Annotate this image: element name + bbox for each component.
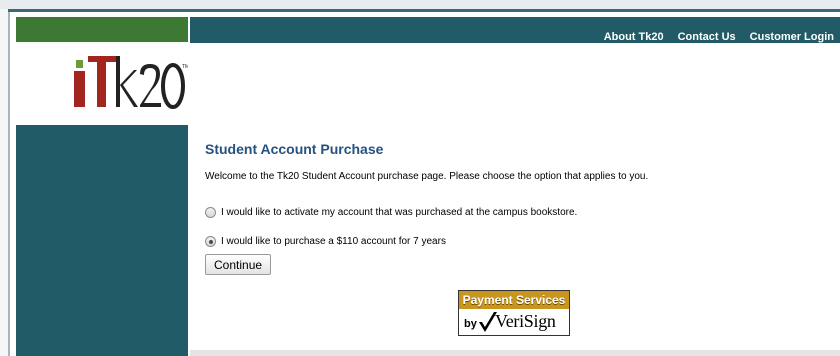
- option-purchase-account[interactable]: I would like to purchase a $110 account …: [205, 236, 446, 247]
- logo-k-stem: [116, 56, 120, 107]
- nav-about-link[interactable]: About Tk20: [604, 30, 664, 44]
- top-nav: About Tk20 Contact Us Customer Login: [590, 30, 834, 44]
- logo-digit-2: [140, 64, 161, 107]
- nav-customer-login-link[interactable]: Customer Login: [750, 30, 834, 44]
- logo-i-stem: [74, 71, 85, 107]
- radio-activate-account[interactable]: [205, 207, 216, 218]
- option-activate-label: I would like to activate my account that…: [221, 207, 578, 218]
- badge-by: by: [464, 318, 477, 330]
- logo-digit-0: [161, 63, 185, 109]
- option-activate-account[interactable]: I would like to activate my account that…: [205, 207, 577, 218]
- page-title: Student Account Purchase: [205, 141, 384, 157]
- nav-contact-link[interactable]: Contact Us: [678, 30, 736, 44]
- badge-title: Payment Services: [459, 291, 569, 309]
- radio-purchase-account[interactable]: [205, 236, 216, 247]
- verisign-badge[interactable]: Payment Services by VeriSign: [458, 290, 570, 336]
- header-green-bar: [16, 17, 188, 42]
- welcome-text: Welcome to the Tk20 Student Account purc…: [205, 171, 649, 182]
- logo-t-stem: [97, 56, 106, 107]
- badge-name: VeriSign: [495, 311, 556, 331]
- badge-bottom: by VeriSign: [459, 309, 569, 335]
- header-nav-bar: About Tk20 Contact Us Customer Login: [190, 17, 840, 43]
- main-content: Student Account Purchase Welcome to the …: [205, 140, 825, 275]
- option-purchase-label: I would like to purchase a $110 account …: [221, 236, 446, 247]
- sidebar-panel: [16, 125, 188, 356]
- frame-top-edge: [0, 0, 840, 9]
- logo-tm: TM: [182, 64, 188, 70]
- logo-i-dot: [76, 60, 83, 68]
- continue-button[interactable]: Continue: [205, 254, 272, 275]
- logo-k-arms: [120, 70, 138, 107]
- bottom-strip: [190, 350, 840, 356]
- left-border: [8, 12, 10, 356]
- tk20-logo: TM: [74, 56, 188, 109]
